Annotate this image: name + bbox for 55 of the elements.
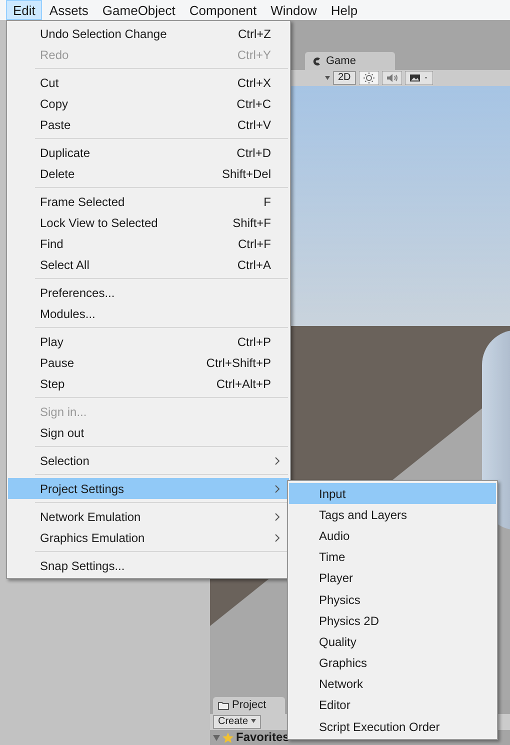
menu-bar-item[interactable]: Edit	[6, 0, 42, 20]
submenu-item[interactable]: Time	[289, 546, 496, 568]
menu-item[interactable]: Lock View to Selected Shift+F	[8, 212, 289, 233]
star-icon	[222, 732, 234, 744]
menu-item[interactable]: Sign out	[8, 422, 289, 443]
2d-toggle-button[interactable]: 2D	[333, 71, 356, 85]
submenu-item[interactable]: Script Execution Order	[289, 716, 496, 738]
dropdown-caret-icon[interactable]	[325, 76, 330, 80]
chevron-right-icon	[275, 457, 280, 465]
menu-item[interactable]: Undo Selection Change Ctrl+Z	[8, 23, 289, 44]
submenu-item[interactable]: Input	[289, 483, 496, 504]
menu-item[interactable]: Cut Ctrl+X	[8, 72, 289, 93]
caret-icon	[251, 719, 256, 724]
submenu-item[interactable]: Physics 2D	[289, 610, 496, 632]
create-dropdown[interactable]: Create	[213, 715, 262, 729]
image-icon[interactable]	[404, 71, 433, 85]
menu-item[interactable]: Find Ctrl+F	[8, 233, 289, 254]
favorites-label[interactable]: Favorites	[236, 731, 290, 744]
submenu-item[interactable]: Quality	[289, 631, 496, 652]
submenu-item[interactable]: Audio	[289, 525, 496, 547]
submenu-item[interactable]: Player	[289, 568, 496, 589]
menu-bar-item[interactable]: Help	[324, 0, 365, 20]
menu-item[interactable]: Selection	[8, 450, 289, 471]
menu-item[interactable]: Select All Ctrl+A	[8, 254, 289, 275]
menu-item[interactable]: Modules...	[8, 303, 289, 324]
menu-item[interactable]: Snap Settings...	[8, 555, 289, 576]
sun-icon[interactable]	[358, 71, 379, 85]
menu-item[interactable]: Duplicate Ctrl+D	[8, 142, 289, 163]
menu-bar-item[interactable]: Window	[264, 0, 324, 20]
submenu-item[interactable]: Graphics	[289, 652, 496, 674]
project-tab[interactable]: Project	[213, 697, 285, 714]
submenu-item[interactable]: Network	[289, 674, 496, 695]
game-tab[interactable]: Game	[305, 52, 395, 70]
speaker-icon[interactable]	[382, 71, 402, 85]
menu-item[interactable]: Copy Ctrl+C	[8, 93, 289, 114]
menu-item[interactable]: Pause Ctrl+Shift+P	[8, 352, 289, 373]
menu-item[interactable]: Step Ctrl+Alt+P	[8, 373, 289, 394]
menu-item[interactable]: Network Emulation	[8, 506, 289, 527]
submenu-item[interactable]: Physics	[289, 588, 496, 610]
menu-item[interactable]: Frame Selected F	[8, 191, 289, 212]
menu-bar-item[interactable]: GameObject	[95, 0, 182, 20]
submenu-item[interactable]: Tags and Layers	[289, 504, 496, 526]
menu-item[interactable]: Project Settings	[8, 478, 289, 499]
menu-item[interactable]: Paste Ctrl+V	[8, 114, 289, 135]
menu-item[interactable]: Preferences...	[8, 282, 289, 303]
menu-item[interactable]: Graphics Emulation	[8, 527, 289, 548]
menu-bar-item[interactable]: Assets	[42, 0, 96, 20]
chevron-right-icon	[275, 485, 280, 493]
menu-item[interactable]: Delete Shift+Del	[8, 163, 289, 184]
menu-item[interactable]: Play Ctrl+P	[8, 331, 289, 352]
submenu-item[interactable]: Editor	[289, 694, 496, 716]
chevron-right-icon	[275, 534, 280, 542]
menu-bar-item[interactable]: Component	[182, 0, 264, 20]
expand-arrow-icon[interactable]	[213, 734, 220, 740]
chevron-right-icon	[275, 513, 280, 521]
